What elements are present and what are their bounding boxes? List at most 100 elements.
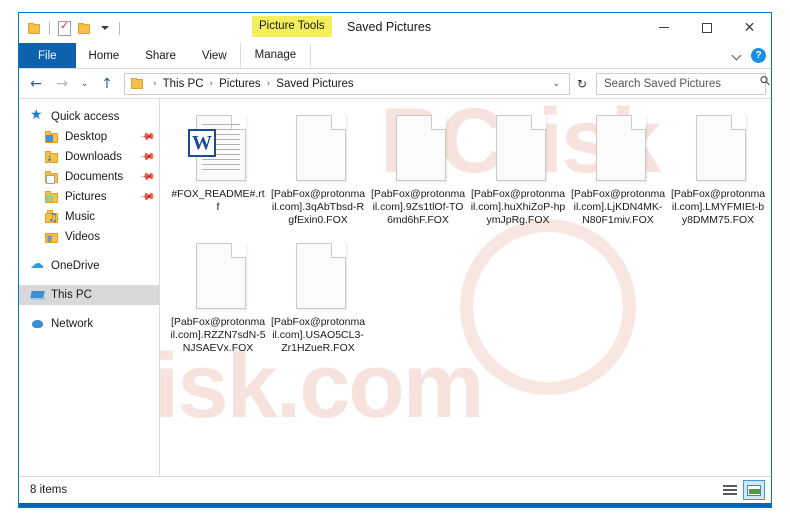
- item-count-label: 8 items: [30, 484, 68, 496]
- sidebar-item-label: Documents: [65, 171, 124, 183]
- window-controls: ✕: [642, 13, 771, 43]
- music-folder-icon: [45, 210, 59, 224]
- desktop-folder-icon: [45, 130, 59, 144]
- search-icon[interactable]: [759, 80, 767, 88]
- quick-access-toolbar: [19, 20, 123, 37]
- sidebar-item-music[interactable]: Music: [19, 207, 159, 227]
- details-view-button[interactable]: [719, 480, 741, 500]
- folder-icon: [131, 78, 144, 89]
- large-icons-view-button[interactable]: [743, 480, 765, 500]
- contextual-tab-group-label: Picture Tools: [252, 16, 332, 37]
- refresh-button[interactable]: ↻: [572, 77, 592, 91]
- file-item[interactable]: [PabFox@protonmail.com].9Zs1tlOf-TO6md6h…: [368, 109, 468, 237]
- file-item[interactable]: [PabFox@protonmail.com].3qAbTbsd-RgfExin…: [268, 109, 368, 237]
- tab-manage[interactable]: Manage: [239, 43, 312, 68]
- sidebar-item-quick-access[interactable]: Quick access: [19, 107, 159, 127]
- breadcrumb[interactable]: › This PC › Pictures › Saved Pictures ⌄: [124, 72, 570, 95]
- word-badge: W: [188, 129, 216, 157]
- navigation-pane: Quick access Desktop 📌 ↓ Downloads 📌 Doc…: [19, 99, 160, 476]
- tab-view[interactable]: View: [189, 43, 240, 68]
- downloads-folder-icon: ↓: [45, 150, 59, 164]
- word-document-icon: W: [188, 113, 246, 185]
- sidebar-item-pictures[interactable]: Pictures 📌: [19, 187, 159, 207]
- search-input[interactable]: [602, 76, 760, 91]
- file-grid: W #FOX_README#.rtf [PabFox@protonmail.co…: [168, 109, 771, 365]
- chevron-down-icon[interactable]: [733, 51, 742, 60]
- close-icon: ✕: [743, 20, 756, 36]
- recent-locations-button[interactable]: ⌄: [76, 73, 93, 95]
- file-name-label: [PabFox@protonmail.com].LjKDN4MK-N80F1mi…: [570, 188, 666, 226]
- generic-file-icon: [390, 113, 446, 185]
- new-folder-icon[interactable]: [76, 20, 93, 37]
- file-name-label: [PabFox@protonmail.com].LMYFMIEt-by8DMM7…: [670, 188, 766, 226]
- back-button[interactable]: ←: [24, 73, 48, 95]
- generic-file-icon: [490, 113, 546, 185]
- help-button[interactable]: ?: [751, 48, 766, 63]
- sidebar-item-desktop[interactable]: Desktop 📌: [19, 127, 159, 147]
- search-box[interactable]: [596, 72, 767, 95]
- pin-icon[interactable]: 📌: [138, 169, 155, 185]
- sidebar-group-gap-2: [19, 276, 159, 285]
- file-item[interactable]: [PabFox@protonmail.com].LjKDN4MK-N80F1mi…: [568, 109, 668, 237]
- sidebar-item-documents[interactable]: Documents 📌: [19, 167, 159, 187]
- address-bar: ← → ⌄ ↑ › This PC › Pictures › Saved Pic…: [19, 69, 771, 98]
- sidebar-item-label: Videos: [65, 231, 100, 243]
- sidebar-item-label: This PC: [51, 289, 92, 301]
- file-name-label: #FOX_README#.rtf: [171, 188, 265, 213]
- file-name-label: [PabFox@protonmail.com].USAO5CL3-Zr1HZue…: [270, 316, 366, 354]
- close-button[interactable]: ✕: [728, 13, 771, 43]
- up-button[interactable]: ↑: [95, 73, 119, 95]
- sidebar-item-this-pc[interactable]: This PC: [19, 285, 159, 305]
- forward-button[interactable]: →: [50, 73, 74, 95]
- sidebar-item-onedrive[interactable]: OneDrive: [19, 256, 159, 276]
- tab-home[interactable]: Home: [76, 43, 133, 68]
- sidebar-group-gap-3: [19, 305, 159, 314]
- generic-file-icon: [290, 113, 346, 185]
- documents-folder-icon: [45, 170, 59, 184]
- file-item[interactable]: [PabFox@protonmail.com].huXhiZoP-hpymJpR…: [468, 109, 568, 237]
- breadcrumb-item-this-pc[interactable]: This PC: [162, 78, 205, 90]
- tab-file[interactable]: File: [19, 43, 76, 68]
- breadcrumb-item-pictures[interactable]: Pictures: [218, 78, 262, 90]
- generic-file-icon: [690, 113, 746, 185]
- folder-icon[interactable]: [26, 20, 43, 37]
- pin-icon[interactable]: 📌: [138, 149, 155, 165]
- qat-separator: [49, 21, 50, 35]
- sidebar-item-label: Music: [65, 211, 96, 223]
- sidebar-item-videos[interactable]: Videos: [19, 227, 159, 247]
- sidebar-item-label: Downloads: [65, 151, 122, 163]
- maximize-button[interactable]: [685, 13, 728, 43]
- explorer-body: Quick access Desktop 📌 ↓ Downloads 📌 Doc…: [19, 98, 771, 476]
- file-item[interactable]: W #FOX_README#.rtf: [168, 109, 268, 237]
- chevron-down-icon[interactable]: [96, 20, 113, 37]
- tab-share[interactable]: Share: [132, 43, 189, 68]
- file-list-pane[interactable]: PCrisk risk.com W #FOX_README#.rtf: [160, 99, 771, 476]
- chevron-down-icon[interactable]: ⌄: [547, 79, 565, 89]
- sidebar-item-network[interactable]: Network: [19, 314, 159, 334]
- breadcrumb-separator-1[interactable]: ›: [205, 79, 219, 89]
- file-item[interactable]: [PabFox@protonmail.com].LMYFMIEt-by8DMM7…: [668, 109, 768, 237]
- file-item[interactable]: [PabFox@protonmail.com].USAO5CL3-Zr1HZue…: [268, 237, 368, 365]
- breadcrumb-separator-2[interactable]: ›: [262, 79, 276, 89]
- videos-folder-icon: [45, 230, 59, 244]
- generic-file-icon: [290, 241, 346, 313]
- minimize-button[interactable]: [642, 13, 685, 43]
- sidebar-item-label: Quick access: [51, 111, 120, 123]
- pin-icon[interactable]: 📌: [138, 129, 155, 145]
- sidebar-item-downloads[interactable]: ↓ Downloads 📌: [19, 147, 159, 167]
- generic-file-icon: [190, 241, 246, 313]
- file-name-label: [PabFox@protonmail.com].RZZN7sdN-5NJSAEV…: [170, 316, 266, 354]
- breadcrumb-separator-0: ›: [153, 78, 157, 89]
- details-view-icon: [723, 484, 737, 496]
- properties-icon[interactable]: [56, 20, 73, 37]
- cloud-icon: [30, 256, 45, 273]
- breadcrumb-item-saved-pictures[interactable]: Saved Pictures: [275, 78, 354, 90]
- star-icon: [30, 107, 45, 124]
- ribbon-right-controls: ?: [733, 43, 766, 68]
- pin-icon[interactable]: 📌: [138, 189, 155, 205]
- this-pc-icon: [31, 288, 45, 302]
- sidebar-item-label: OneDrive: [51, 260, 100, 272]
- file-name-label: [PabFox@protonmail.com].huXhiZoP-hpymJpR…: [470, 188, 566, 226]
- window-title: Saved Pictures: [347, 20, 432, 34]
- file-item[interactable]: [PabFox@protonmail.com].RZZN7sdN-5NJSAEV…: [168, 237, 268, 365]
